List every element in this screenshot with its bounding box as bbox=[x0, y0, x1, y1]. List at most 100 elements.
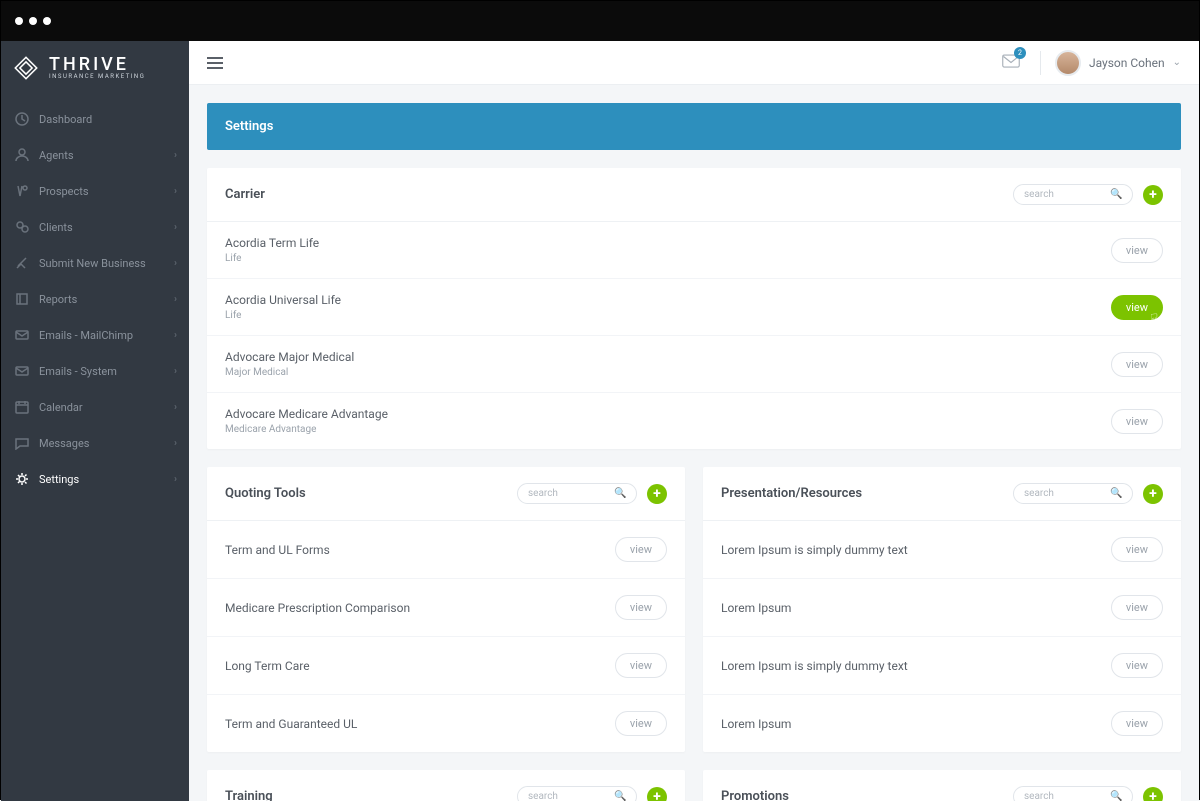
view-button[interactable]: view bbox=[615, 711, 667, 736]
search-carrier[interactable]: 🔍 bbox=[1013, 184, 1133, 205]
search-input[interactable] bbox=[528, 488, 614, 499]
sidebar-item-dashboard[interactable]: Dashboard› bbox=[1, 101, 189, 137]
sidebar-item-emails-mailchimp[interactable]: Emails - MailChimp› bbox=[1, 317, 189, 353]
user-menu[interactable]: Jayson Cohen ⌄ bbox=[1055, 50, 1181, 76]
add-training-button[interactable]: + bbox=[647, 787, 667, 801]
chevron-right-icon: › bbox=[174, 186, 177, 197]
sidebar-item-label: Agents bbox=[39, 149, 74, 162]
view-button[interactable]: view bbox=[1111, 537, 1163, 562]
mail-badge: 2 bbox=[1014, 47, 1026, 59]
sidebar-item-label: Submit New Business bbox=[39, 257, 146, 270]
search-quoting[interactable]: 🔍 bbox=[517, 483, 637, 504]
view-button[interactable]: view bbox=[1111, 653, 1163, 678]
topbar: 2 Jayson Cohen ⌄ bbox=[189, 41, 1199, 85]
chevron-right-icon: › bbox=[174, 330, 177, 341]
row-title: Acordia Universal Life bbox=[225, 293, 1111, 307]
row-title: Term and UL Forms bbox=[225, 543, 615, 557]
add-promotions-button[interactable]: + bbox=[1143, 787, 1163, 801]
sidebar-item-emails-system[interactable]: Emails - System› bbox=[1, 353, 189, 389]
nav-icon bbox=[15, 256, 29, 270]
row-subtitle: Life bbox=[225, 310, 1111, 321]
row-title: Lorem Ipsum is simply dummy text bbox=[721, 659, 1111, 673]
sidebar-item-label: Prospects bbox=[39, 185, 89, 198]
view-button[interactable]: view☟ bbox=[1111, 295, 1163, 320]
view-button[interactable]: view bbox=[1111, 595, 1163, 620]
view-button[interactable]: view bbox=[1111, 711, 1163, 736]
sidebar: THRIVE INSURANCE MARKETING Dashboard›Age… bbox=[1, 41, 189, 801]
list-item: Lorem Ipsum is simply dummy textview bbox=[703, 637, 1181, 695]
row-title: Long Term Care bbox=[225, 659, 615, 673]
sidebar-item-label: Messages bbox=[39, 437, 89, 450]
panel-title-quoting: Quoting Tools bbox=[225, 486, 517, 501]
menu-toggle-icon[interactable] bbox=[207, 57, 223, 69]
window-dot bbox=[29, 17, 37, 25]
list-item: Advocare Medicare AdvantageMedicare Adva… bbox=[207, 393, 1181, 449]
search-promotions[interactable]: 🔍 bbox=[1013, 786, 1133, 801]
chevron-right-icon: › bbox=[174, 258, 177, 269]
window-dot bbox=[43, 17, 51, 25]
chevron-right-icon: › bbox=[174, 402, 177, 413]
chevron-right-icon: › bbox=[174, 222, 177, 233]
row-title: Lorem Ipsum bbox=[721, 717, 1111, 731]
view-button[interactable]: view bbox=[1111, 409, 1163, 434]
nav-icon bbox=[15, 148, 29, 162]
row-title: Advocare Major Medical bbox=[225, 350, 1111, 364]
sidebar-item-agents[interactable]: Agents › bbox=[1, 137, 189, 173]
chevron-right-icon: › bbox=[174, 150, 177, 161]
user-name: Jayson Cohen bbox=[1089, 56, 1165, 70]
avatar bbox=[1055, 50, 1081, 76]
search-input[interactable] bbox=[1024, 488, 1110, 499]
sidebar-nav: Dashboard›Agents›Prospects›Clients›Submi… bbox=[1, 101, 189, 801]
nav-icon bbox=[15, 184, 29, 198]
view-button[interactable]: view bbox=[615, 653, 667, 678]
sidebar-item-messages[interactable]: Messages › bbox=[1, 425, 189, 461]
row-subtitle: Life bbox=[225, 253, 1111, 264]
add-quoting-button[interactable]: + bbox=[647, 484, 667, 504]
mail-icon[interactable]: 2 bbox=[1002, 53, 1020, 72]
search-training[interactable]: 🔍 bbox=[517, 786, 637, 801]
add-resources-button[interactable]: + bbox=[1143, 484, 1163, 504]
add-carrier-button[interactable]: + bbox=[1143, 185, 1163, 205]
list-item: Lorem Ipsumview bbox=[703, 695, 1181, 752]
panel-training: Training 🔍 + bbox=[207, 770, 685, 801]
topbar-divider bbox=[1040, 51, 1041, 75]
list-item: Medicare Prescription Comparisonview bbox=[207, 579, 685, 637]
sidebar-item-calendar[interactable]: Calendar › bbox=[1, 389, 189, 425]
view-button[interactable]: view bbox=[1111, 352, 1163, 377]
chevron-right-icon: › bbox=[174, 438, 177, 449]
nav-icon bbox=[15, 400, 29, 414]
sidebar-item-label: Clients bbox=[39, 221, 73, 234]
view-button[interactable]: view bbox=[615, 595, 667, 620]
nav-icon bbox=[15, 436, 29, 450]
nav-icon bbox=[15, 220, 29, 234]
sidebar-item-label: Reports bbox=[39, 293, 77, 306]
row-title: Term and Guaranteed UL bbox=[225, 717, 615, 731]
list-item: Long Term Careview bbox=[207, 637, 685, 695]
sidebar-item-clients[interactable]: Clients › bbox=[1, 209, 189, 245]
sidebar-item-prospects[interactable]: Prospects › bbox=[1, 173, 189, 209]
nav-icon bbox=[15, 292, 29, 306]
nav-icon bbox=[15, 112, 29, 126]
chevron-right-icon: › bbox=[174, 366, 177, 377]
nav-icon bbox=[15, 328, 29, 342]
window-titlebar bbox=[1, 1, 1199, 41]
search-input[interactable] bbox=[1024, 189, 1110, 200]
row-title: Lorem Ipsum is simply dummy text bbox=[721, 543, 1111, 557]
panel-carrier: Carrier 🔍 + Acordia Term LifeLifeviewAco… bbox=[207, 168, 1181, 449]
list-item: Acordia Universal Life Lifeview☟ bbox=[207, 279, 1181, 336]
list-item: Lorem Ipsum is simply dummy textview bbox=[703, 521, 1181, 579]
view-button[interactable]: view bbox=[1111, 238, 1163, 263]
sidebar-item-reports[interactable]: Reports› bbox=[1, 281, 189, 317]
sidebar-item-label: Dashboard bbox=[39, 113, 92, 126]
search-icon: 🔍 bbox=[1110, 488, 1122, 499]
row-subtitle: Major Medical bbox=[225, 367, 1111, 378]
sidebar-item-submit-new-business[interactable]: Submit New Business › bbox=[1, 245, 189, 281]
row-title: Acordia Term Life bbox=[225, 236, 1111, 250]
brand-tagline: INSURANCE MARKETING bbox=[49, 74, 145, 80]
view-button[interactable]: view bbox=[615, 537, 667, 562]
sidebar-item-label: Calendar bbox=[39, 401, 83, 414]
nav-icon bbox=[15, 364, 29, 378]
sidebar-item-settings[interactable]: Settings› bbox=[1, 461, 189, 497]
row-title: Advocare Medicare Advantage bbox=[225, 407, 1111, 421]
search-resources[interactable]: 🔍 bbox=[1013, 483, 1133, 504]
